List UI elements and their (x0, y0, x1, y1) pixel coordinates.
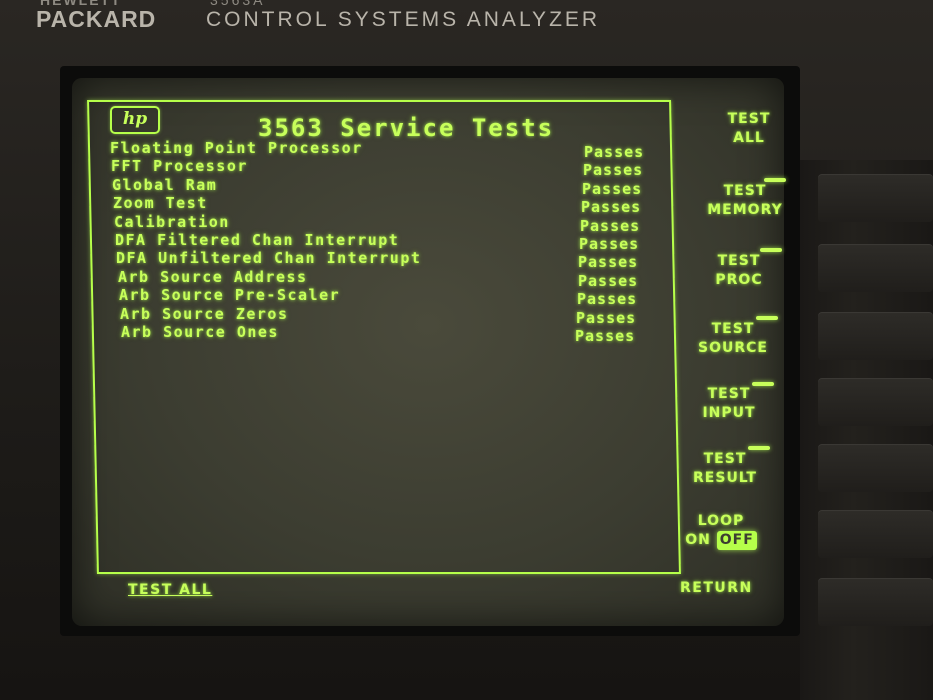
softkey-line: MEMORY (707, 202, 783, 218)
test-status: Passes (575, 326, 636, 345)
test-list: Floating Point Processor Passes FFT Proc… (108, 139, 668, 345)
softkey-indicator-icon (752, 382, 774, 386)
test-name: FFT Processor (111, 157, 248, 176)
test-row: Arb Source Pre-Scaler Passes (108, 286, 668, 308)
softkey-line: INPUT (702, 405, 756, 421)
test-row: DFA Filtered Chan Interrupt Passes (108, 230, 668, 253)
hardware-softkey[interactable] (818, 444, 933, 492)
softkey-test-proc[interactable]: TEST PROC (684, 252, 794, 290)
screen-title: 3563 Service Tests (258, 114, 555, 142)
softkey-line: RESULT (693, 470, 757, 486)
softkey-line: TEST (711, 321, 755, 337)
test-name: Arb Source Zeros (120, 304, 289, 323)
hardware-softkey[interactable] (818, 510, 933, 558)
softkey-test-input[interactable]: TEST INPUT (674, 385, 784, 423)
bottom-label-test-all: TEST ALL (128, 582, 213, 598)
test-row: Floating Point Processor Passes (108, 139, 668, 161)
test-name: DFA Unfiltered Chan Interrupt (116, 249, 422, 268)
softkey-test-memory[interactable]: TEST MEMORY (690, 182, 800, 220)
softkey-loop-toggle[interactable]: LOOP ON OFF (666, 512, 776, 550)
softkey-line-2: ON OFF (666, 531, 776, 550)
softkey-indicator-icon (760, 248, 782, 252)
test-name: Global Ram (112, 175, 218, 194)
hardware-softkey-column (800, 160, 933, 700)
softkey-test-source[interactable]: TEST SOURCE (678, 320, 788, 358)
hardware-softkey[interactable] (818, 244, 933, 292)
test-name: Arb Source Ones (121, 322, 279, 341)
test-name: Calibration (114, 212, 230, 231)
test-row: Arb Source Address Passes (108, 267, 668, 290)
softkey-test-all[interactable]: TEST ALL (694, 110, 804, 148)
test-name: Zoom Test (113, 194, 208, 213)
test-name: Floating Point Processor (110, 139, 363, 157)
instrument-title: CONTROL SYSTEMS ANALYZER (206, 8, 601, 31)
test-row: Arb Source Zeros Passes (108, 304, 668, 327)
test-row: Arb Source Ones Passes (108, 322, 668, 345)
softkey-line: TEST (717, 253, 761, 269)
test-row: Global Ram Passes (108, 175, 668, 198)
hardware-softkey[interactable] (818, 174, 933, 222)
brand-name: PACKARD (36, 6, 157, 32)
bottom-label-return: RETURN (680, 580, 753, 596)
loop-on-label: ON (685, 532, 711, 548)
test-name: Arb Source Pre-Scaler (119, 286, 341, 305)
softkey-test-result[interactable]: TEST RESULT (670, 450, 780, 488)
softkey-line: TEST (723, 183, 767, 199)
softkey-line: SOURCE (698, 340, 768, 356)
hardware-softkey[interactable] (818, 312, 933, 360)
test-row: Calibration Passes (108, 212, 668, 235)
softkey-indicator-icon (764, 178, 786, 182)
softkey-line: PROC (715, 272, 763, 288)
test-name: Arb Source Address (118, 267, 308, 286)
softkey-line: ALL (733, 130, 765, 146)
softkey-line: TEST (707, 386, 751, 402)
test-row: Zoom Test Passes (108, 194, 668, 216)
softkey-line: TEST (727, 111, 771, 127)
test-row: FFT Processor Passes (108, 157, 668, 179)
softkey-indicator-icon (756, 316, 778, 320)
softkey-indicator-icon (748, 446, 770, 450)
test-name: DFA Filtered Chan Interrupt (115, 230, 400, 249)
test-row: DFA Unfiltered Chan Interrupt Passes (108, 249, 668, 271)
hp-logo-icon: hp (110, 106, 160, 134)
hardware-softkey[interactable] (818, 578, 933, 626)
model-top-cut: 3563A (210, 0, 266, 8)
softkey-line: TEST (703, 451, 747, 467)
front-panel-header: HEWLETT 3563A PACKARD CONTROL SYSTEMS AN… (30, 0, 630, 38)
hardware-softkey[interactable] (818, 378, 933, 426)
softkey-line: LOOP (697, 513, 745, 529)
loop-off-selected: OFF (716, 531, 757, 550)
